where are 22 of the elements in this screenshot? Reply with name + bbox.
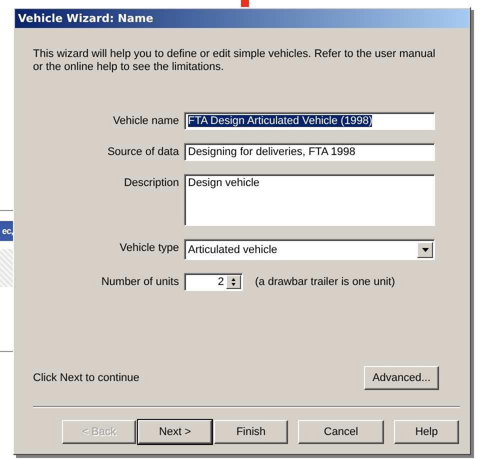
wizard-button[interactable]: Next > (138, 420, 212, 444)
marker-block (241, 0, 249, 7)
text-field[interactable]: FTA Design Articulated Vehicle (1998) (184, 112, 435, 130)
field-label: Vehicle type (118, 241, 179, 254)
wizard-button[interactable]: Finish (214, 420, 288, 444)
field-label: Source of data (106, 145, 179, 158)
intro-text: This wizard will help you to define or edit simple vehicles. Refer to the user manual or the online help to see the limitations. (33, 48, 436, 74)
spinner-arrows-icon[interactable] (226, 275, 241, 289)
field-label: Vehicle name (112, 114, 179, 127)
window-title: Vehicle Wizard: Name (15, 9, 469, 28)
footer-hint: Click Next to continue (33, 372, 140, 384)
text-field[interactable]: Designing for deliveries, FTA 1998 (184, 143, 435, 161)
field-label: Description (122, 176, 179, 189)
wizard-button[interactable]: Cancel (298, 420, 384, 444)
text-area[interactable]: Design vehicle (184, 174, 435, 226)
advanced-button[interactable]: Advanced... (364, 366, 439, 390)
units-note: (a drawbar trailer is one unit) (255, 276, 396, 288)
dropdown-field[interactable]: Articulated vehicle (184, 239, 435, 260)
number-spinner[interactable]: 2 (184, 273, 243, 291)
background-window-title: ec, (0, 221, 13, 241)
wizard-button[interactable]: Help (394, 420, 459, 444)
field-label: Number of units (100, 275, 179, 288)
